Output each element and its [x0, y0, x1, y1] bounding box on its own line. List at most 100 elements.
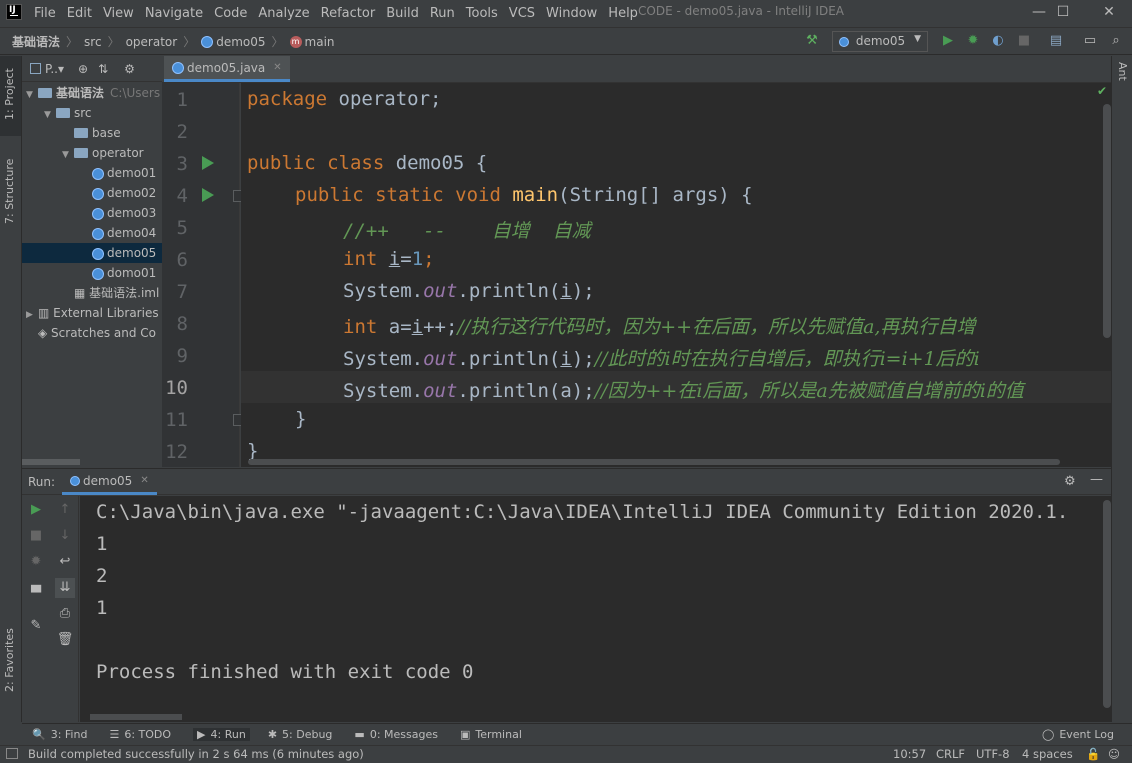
editor-horizontal-scrollbar[interactable]	[248, 459, 1060, 465]
tree-item[interactable]: demo05	[22, 243, 162, 263]
run-configuration-select[interactable]: demo05 ▼	[832, 31, 928, 52]
tool-tab-terminal[interactable]: ▣ Terminal	[460, 728, 522, 741]
code-editor[interactable]: package operator; public class demo05 { …	[241, 83, 1111, 467]
menu-file[interactable]: File	[34, 6, 56, 21]
tab-demo05-java[interactable]: demo05.java ✕	[164, 56, 290, 82]
line-separator[interactable]: CRLF	[936, 747, 965, 761]
breadcrumb-method[interactable]: main	[305, 35, 335, 49]
console-vertical-scrollbar[interactable]	[1103, 500, 1111, 708]
chevron-right-icon[interactable]: ▶	[26, 305, 38, 323]
menu-view[interactable]: View	[103, 6, 134, 21]
build-hammer-icon[interactable]: ⚒	[804, 33, 820, 49]
rerun-icon[interactable]: ▶	[26, 500, 46, 520]
file-encoding[interactable]: UTF-8	[976, 747, 1010, 761]
tree-item[interactable]: demo04	[22, 223, 162, 243]
tool-tab-find[interactable]: 🔍 3: Find	[32, 728, 87, 741]
menu-vcs[interactable]: VCS	[509, 6, 535, 21]
code-line-1: package operator;	[247, 88, 442, 110]
tool-tab-run[interactable]: ▶ 4: Run	[193, 728, 250, 741]
lock-icon[interactable]: 🔓	[1086, 747, 1100, 761]
menu-code[interactable]: Code	[214, 6, 247, 21]
menu-edit[interactable]: Edit	[67, 6, 92, 21]
breadcrumb-src[interactable]: src	[84, 35, 102, 49]
coverage-icon[interactable]: ◐	[990, 33, 1006, 49]
tab-project[interactable]: 1: Project	[3, 68, 16, 120]
run-tab-demo05[interactable]: demo05 ✕	[62, 469, 157, 495]
project-view-select[interactable]: P..▾	[45, 62, 64, 76]
stop-icon[interactable]: ■	[26, 526, 46, 546]
tree-item[interactable]: ▼ operator	[22, 143, 162, 163]
soft-wrap-icon[interactable]: ↩	[55, 552, 75, 572]
tool-tab-todo[interactable]: ☰ 6: TODO	[109, 728, 171, 741]
tree-item[interactable]: ▼ src	[22, 103, 162, 123]
editor-gutter: 1 2 3 4 5 6 7 8 9 10 11 12	[162, 83, 245, 467]
debug-icon[interactable]: ✹	[26, 552, 46, 572]
tree-item[interactable]: base	[22, 123, 162, 143]
trash-icon[interactable]: 🗑	[55, 630, 75, 650]
tree-item[interactable]: ▼ 基础语法 C:\Users	[22, 83, 162, 103]
presentation-icon[interactable]: ▭	[1082, 33, 1098, 49]
breadcrumb-operator[interactable]: operator	[126, 35, 178, 49]
console-output[interactable]: C:\Java\bin\java.exe "-javaagent:C:\Java…	[80, 496, 1111, 722]
tree-item[interactable]: domo01	[22, 263, 162, 283]
locate-icon[interactable]: ⊕	[78, 62, 88, 76]
run-main-gutter-icon[interactable]	[202, 188, 214, 202]
tab-favorites[interactable]: 2: Favorites	[3, 628, 16, 692]
menu-refactor[interactable]: Refactor	[321, 6, 376, 21]
gear-icon[interactable]: ⚙	[1064, 474, 1076, 489]
caret-position[interactable]: 10:57	[893, 747, 926, 761]
tree-item[interactable]: ▦ 基础语法.iml	[22, 283, 162, 303]
tree-item[interactable]: ▶ ▥ External Libraries	[22, 303, 162, 323]
tree-item[interactable]: demo01	[22, 163, 162, 183]
status-message[interactable]: Build completed successfully in 2 s 64 m…	[28, 747, 364, 761]
editor-vertical-scrollbar[interactable]	[1103, 104, 1111, 338]
menu-run[interactable]: Run	[430, 6, 455, 21]
breadcrumb-project[interactable]: 基础语法	[12, 33, 60, 50]
print-icon[interactable]: ⎙	[55, 604, 75, 624]
debug-icon[interactable]: ✹	[965, 33, 981, 49]
chevron-down-icon[interactable]: ▼	[62, 145, 74, 163]
run-icon[interactable]: ▶	[940, 33, 956, 49]
tool-tab-debug[interactable]: ✱ 5: Debug	[268, 728, 333, 741]
indent-setting[interactable]: 4 spaces	[1022, 747, 1073, 761]
close-window-button[interactable]: ✕	[1086, 2, 1132, 24]
menu-window[interactable]: Window	[546, 6, 597, 21]
stop-icon[interactable]: ■	[1016, 33, 1032, 49]
tree-item[interactable]: ◈ Scratches and Co	[22, 323, 162, 343]
chevron-down-icon[interactable]: ▼	[26, 85, 38, 103]
tool-tab-messages[interactable]: ▬ 0: Messages	[354, 728, 438, 741]
chevron-down-icon[interactable]: ▼	[44, 105, 56, 123]
tab-structure[interactable]: 7: Structure	[3, 159, 16, 224]
pin-icon[interactable]: ✎	[26, 616, 46, 636]
console-horizontal-scrollbar[interactable]	[90, 714, 182, 720]
scroll-to-end-icon[interactable]: ⇊	[55, 578, 75, 598]
search-everywhere-icon[interactable]: ⌕	[1108, 33, 1124, 49]
menu-help[interactable]: Help	[608, 6, 638, 21]
scroll-up-icon[interactable]: ↑	[55, 500, 75, 520]
tab-ant[interactable]: Ant	[1116, 62, 1129, 81]
scroll-down-icon[interactable]: ↓	[55, 526, 75, 546]
project-scrollbar[interactable]	[22, 459, 80, 465]
inspection-ok-icon[interactable]: ✔	[1097, 84, 1107, 98]
breadcrumb-class[interactable]: demo05	[216, 35, 265, 49]
layout-icon[interactable]: ▀	[26, 584, 46, 604]
run-class-gutter-icon[interactable]	[202, 156, 214, 170]
run-toolbar: ▶ ↑ ■ ↓ ✹ ↩ ⇊ ▀ ⎙ ✎ 🗑	[22, 496, 79, 722]
event-log-button[interactable]: ◯ Event Log	[1042, 728, 1114, 741]
inspector-icon[interactable]: ☺	[1108, 747, 1120, 761]
menu-build[interactable]: Build	[386, 6, 419, 21]
chevron-right-icon: 〉	[271, 35, 284, 49]
close-tab-icon[interactable]: ✕	[273, 62, 281, 73]
tree-item[interactable]: demo02	[22, 183, 162, 203]
tree-item[interactable]: demo03	[22, 203, 162, 223]
toggle-tool-windows-icon[interactable]	[6, 748, 18, 759]
menu-analyze[interactable]: Analyze	[258, 6, 309, 21]
menu-navigate[interactable]: Navigate	[145, 6, 203, 21]
maximize-button[interactable]: ☐	[1040, 2, 1086, 24]
collapse-icon[interactable]: ⇅	[98, 62, 108, 76]
close-tab-icon[interactable]: ✕	[140, 475, 148, 486]
project-structure-icon[interactable]: ▤	[1048, 33, 1064, 49]
gear-icon[interactable]: ⚙	[124, 62, 135, 76]
menu-tools[interactable]: Tools	[466, 6, 498, 21]
hide-panel-icon[interactable]: —	[1090, 472, 1103, 487]
